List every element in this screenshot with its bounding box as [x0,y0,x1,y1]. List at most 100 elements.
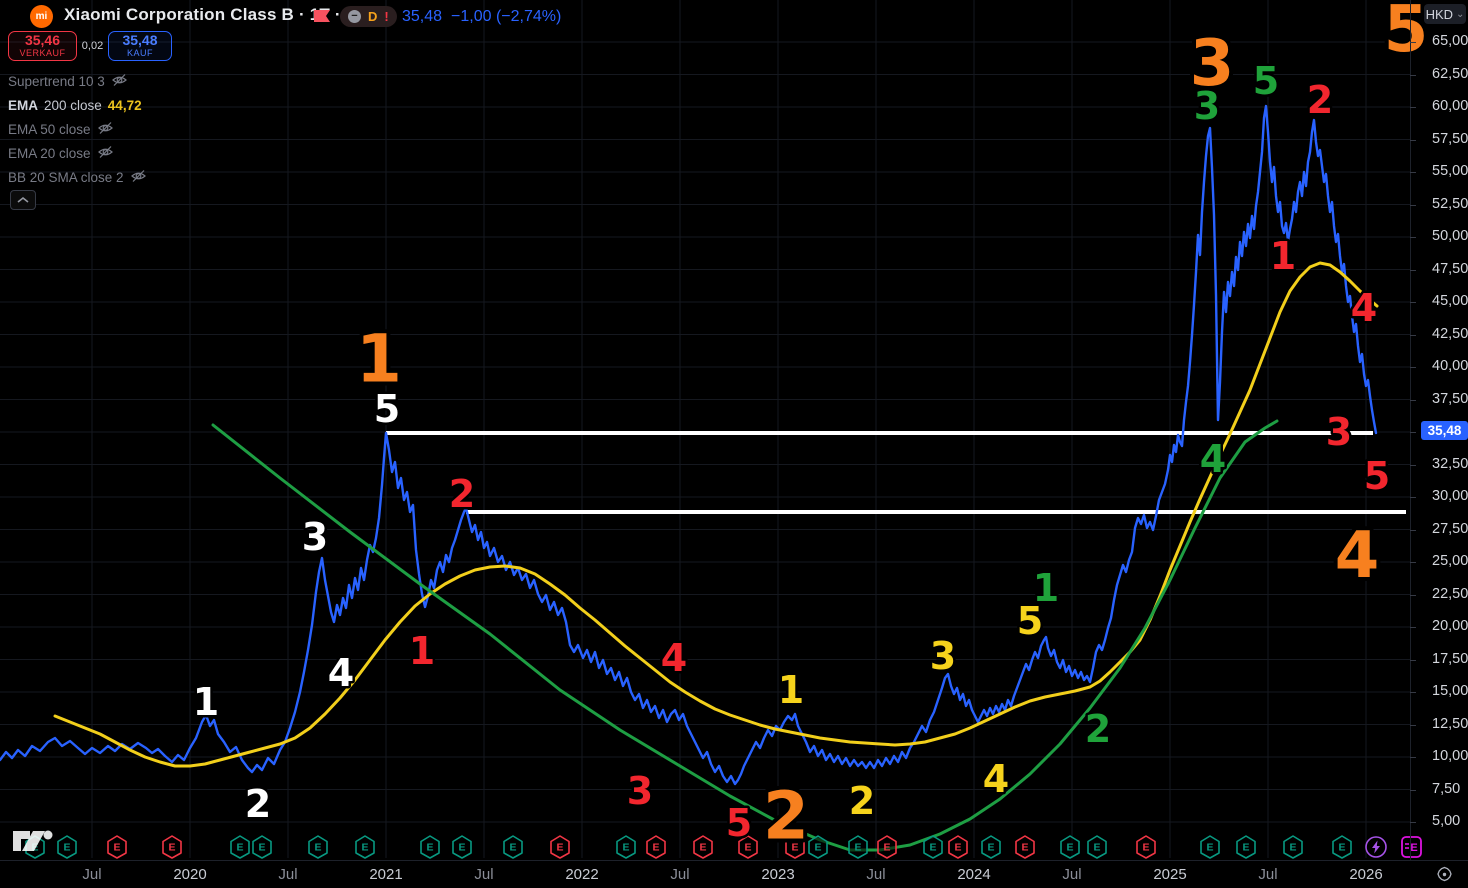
earnings-icon[interactable]: E [1201,836,1219,858]
price-tick-label: 47,50 [1432,261,1468,279]
earnings-icon[interactable]: E [809,836,827,858]
price-tick-mark [1410,140,1416,141]
eye-off-icon[interactable] [111,73,128,90]
earnings-icon[interactable]: E [356,836,374,858]
price-tick-mark [1410,465,1416,466]
wave-label-red-2: 2 [449,472,475,516]
time-label: Jul [866,866,885,883]
earnings-icon[interactable]: E [421,836,439,858]
earnings-icon[interactable]: E [949,836,967,858]
svg-text:E: E [458,842,465,854]
indicator-row-supertrend[interactable]: Supertrend 10 3 [8,70,128,92]
svg-text:E: E [929,842,936,854]
svg-text:E: E [113,842,120,854]
time-label: 2026 [1349,866,1382,883]
earnings-icon[interactable]: E [982,836,1000,858]
eye-off-icon[interactable] [97,145,114,162]
earnings-icon[interactable]: E [1088,836,1106,858]
earnings-icon[interactable]: E [309,836,327,858]
wave-label-red-2: 2 [1307,78,1333,122]
indicator-label: Supertrend 10 3 [8,74,105,89]
flash-event-icon[interactable] [1366,837,1386,857]
status-pill: − D ! [340,6,397,27]
earnings-icon[interactable]: E [924,836,942,858]
collapse-legend-button[interactable] [10,190,36,210]
tradingview-chart-window: EEEEEEEEEEEEEEEEEEEEEEEEEEEEEEEE12345112… [0,0,1468,888]
earnings-icon[interactable]: E [1237,836,1255,858]
series-trendline [213,421,1277,850]
earnings-icon[interactable]: E [1016,836,1034,858]
sell-button[interactable]: 35,46 VERKAUF [8,31,77,61]
time-label: Jul [1062,866,1081,883]
earnings-icon[interactable]: E [453,836,471,858]
earnings-icon[interactable]: E [58,836,76,858]
wave-label-yellow-2: 2 [849,779,875,823]
tradingview-logo-watermark [10,826,58,861]
indicator-label: EMA 20 close [8,146,91,161]
indicator-label-bold: EMA [8,98,38,113]
wave-label-orange-2: 2 [763,778,809,855]
price-tick-mark [1410,367,1416,368]
wave-label-white-4: 4 [328,651,354,695]
flag-icon[interactable] [313,9,332,29]
indicator-label: BB 20 SMA close 2 [8,170,124,185]
gear-icon[interactable] [1436,866,1453,888]
symbol-logo[interactable]: mi [30,5,53,28]
svg-text:E: E [854,842,861,854]
buy-button[interactable]: 35,48 KAUF [108,31,172,61]
eye-off-icon[interactable] [130,169,147,186]
earnings-icon[interactable]: E [504,836,522,858]
eye-off-icon[interactable] [97,121,114,138]
series-ema200 [55,263,1377,766]
earnings-icon[interactable]: E [163,836,181,858]
earnings-icon[interactable]: E [1137,836,1155,858]
earnings-icon[interactable]: E [878,836,896,858]
price-tick-label: 7,50 [1432,781,1460,799]
svg-text:E: E [954,842,961,854]
time-label: Jul [278,866,297,883]
svg-text:E: E [1142,842,1149,854]
earnings-icon[interactable]: E [1061,836,1079,858]
price-tick-label: 20,00 [1432,618,1468,636]
earnings-icon[interactable]: E [1284,836,1302,858]
minus-icon: − [348,10,361,23]
earnings-icon[interactable]: E [694,836,712,858]
indicator-row-ema20[interactable]: EMA 20 close [8,142,114,164]
indicator-row-bb[interactable]: BB 20 SMA close 2 [8,166,147,188]
price-tick-mark [1410,497,1416,498]
earnings-icon[interactable]: E [231,836,249,858]
svg-text:E: E [1338,842,1345,854]
svg-text:E: E [426,842,433,854]
price-tick-mark [1410,692,1416,693]
time-label: Jul [1258,866,1277,883]
price-tick-mark [1410,237,1416,238]
wave-label-red-1: 1 [409,629,435,673]
price-axis[interactable]: HKD ⌄ 65,0062,5060,0057,5055,0052,5050,0… [1410,0,1468,860]
earnings-icon[interactable]: E [1333,836,1351,858]
time-axis[interactable]: Jul2020Jul2021Jul2022Jul2023Jul2024Jul20… [0,860,1468,888]
svg-text:E: E [1289,842,1296,854]
time-label: 2021 [369,866,402,883]
indicator-row-ema50[interactable]: EMA 50 close [8,118,114,140]
indicator-row-ema200[interactable]: EMA 200 close 44,72 [8,94,142,116]
earnings-icon[interactable]: E [551,836,569,858]
currency-selector[interactable]: HKD ⌄ [1424,4,1466,24]
svg-text:E: E [63,842,70,854]
price-tick-mark [1410,627,1416,628]
svg-text:E: E [1066,842,1073,854]
earnings-icon[interactable]: E [108,836,126,858]
price-tick-mark [1410,107,1416,108]
svg-text:E: E [987,842,994,854]
price-tick-mark [1410,172,1416,173]
svg-text:E: E [236,842,243,854]
indicator-label: EMA 50 close [8,122,91,137]
svg-text:E: E [1093,842,1100,854]
svg-text:E: E [652,842,659,854]
earnings-icon[interactable]: E [849,836,867,858]
quote-readout: 35,48−1,00 (−2,74%) [402,8,561,26]
earnings-icon[interactable]: E [647,836,665,858]
earnings-icon[interactable]: E [617,836,635,858]
svg-text:E: E [1021,842,1028,854]
earnings-icon[interactable]: E [253,836,271,858]
axis-separator [1410,0,1411,860]
